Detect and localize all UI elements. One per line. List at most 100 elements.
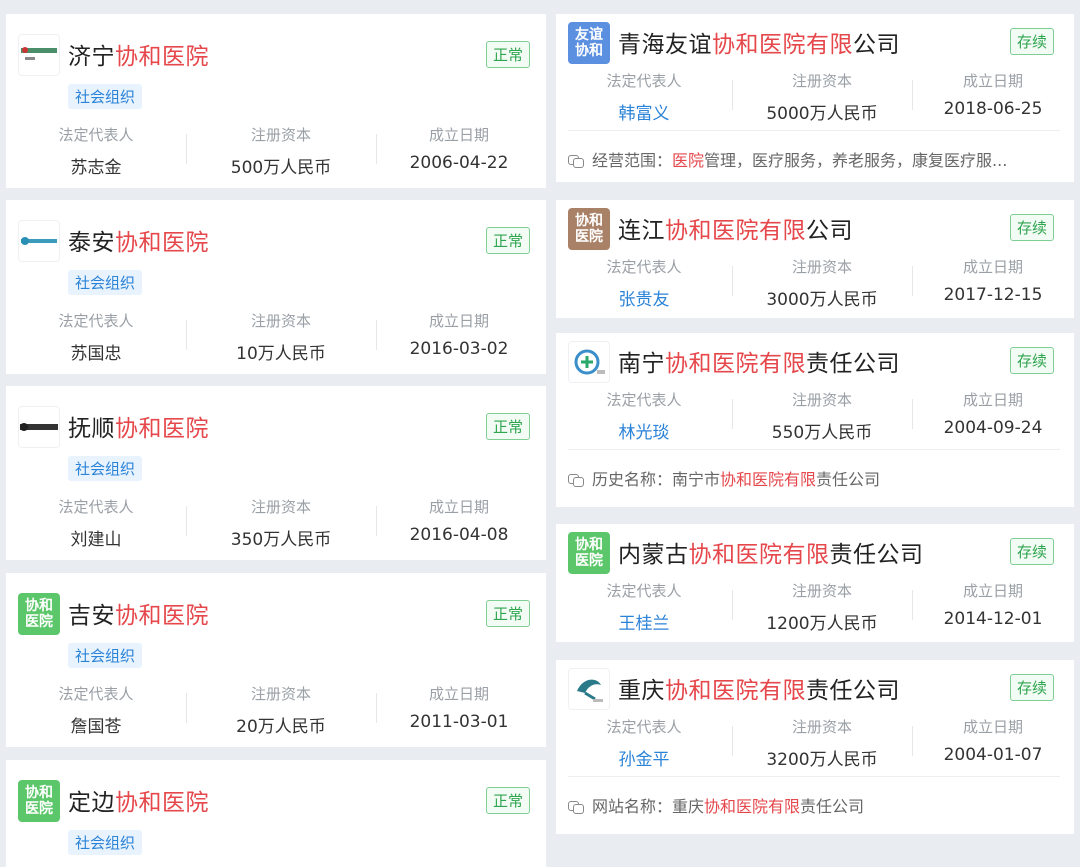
name-suffix: 责任公司: [829, 542, 924, 568]
founding-date-field: 成立日期 2006-04-22: [376, 124, 542, 178]
company-card[interactable]: 南宁协和医院有限责任公司 存续 法定代表人 林光琰 注册资本 550万人民币 成立日期 200…: [556, 333, 1074, 507]
founding-date-value: 2014-12-01: [943, 609, 1043, 629]
company-card[interactable]: 协和医院 内蒙古协和医院有限责任公司 存续 法定代表人 王桂兰 注册资本 1200万人民币 成…: [556, 524, 1074, 642]
company-name[interactable]: 连江协和医院有限公司: [618, 211, 853, 245]
logo-text: 协和医院: [25, 785, 53, 817]
founding-date-value: 2017-12-15: [943, 285, 1043, 305]
company-card[interactable]: 协和医院 吉安协和医院 正常 社会组织 法定代表人 詹国苍 注册资本 20万人民币 成立日期 20…: [6, 573, 546, 747]
company-name[interactable]: 定边协和医院: [68, 783, 209, 817]
company-logo-icon: 协和医院: [18, 593, 60, 635]
company-card[interactable]: 友谊协和 青海友谊协和医院有限公司 存续 法定代表人 韩富义 注册资本 5000万人民币 成立…: [556, 14, 1074, 182]
name-prefix: 抚顺: [68, 416, 115, 442]
company-name[interactable]: 青海友谊协和医院有限公司: [618, 25, 900, 59]
status-badge: 存续: [1009, 347, 1054, 374]
registered-capital-field: 注册资本 3000万人民币: [732, 256, 912, 310]
registered-capital-field: 注册资本 500万人民币: [186, 124, 376, 178]
legal-rep-field: 法定代表人 苏志金: [6, 124, 186, 178]
status-badge: 正常: [485, 787, 530, 814]
company-name[interactable]: 重庆协和医院有限责任公司: [618, 671, 900, 705]
registered-capital-value: 10万人民币: [236, 344, 326, 364]
company-card[interactable]: 济宁协和医院 正常 社会组织 法定代表人 苏志金 注册资本 500万人民币 成立日期 2006-…: [6, 14, 546, 188]
legal-rep-field: 法定代表人 苏国忠: [6, 310, 186, 364]
name-highlight: 协和医院: [115, 790, 209, 816]
company-card[interactable]: 协和医院 定边协和医院 正常 社会组织: [6, 760, 546, 867]
company-fields: 法定代表人 孙金平 注册资本 3200万人民币 成立日期 2004-01-07: [556, 716, 1074, 770]
logo-text: 协和医院: [575, 537, 603, 569]
registered-capital-label: 注册资本: [791, 72, 852, 90]
company-logo-icon: 协和医院: [568, 208, 610, 250]
company-name[interactable]: 内蒙古协和医院有限责任公司: [618, 535, 924, 569]
jining-hospital-logo: [18, 34, 60, 76]
company-fields: 法定代表人 苏志金 注册资本 500万人民币 成立日期 2006-04-22: [6, 124, 542, 178]
extra-value: 医院管理，医疗服务，养老服务，康复医疗服...: [672, 151, 1007, 170]
founding-date-value: 2018-06-25: [943, 99, 1043, 119]
legal-rep-value[interactable]: 王桂兰: [556, 609, 732, 634]
founding-date-label: 成立日期: [428, 498, 489, 516]
company-name[interactable]: 抚顺协和医院: [68, 409, 209, 443]
founding-date-label: 成立日期: [962, 391, 1023, 409]
founding-date-field: 成立日期 2004-01-07: [912, 716, 1074, 770]
legal-rep-field: 法定代表人 刘建山: [6, 496, 186, 550]
company-fields: 法定代表人 刘建山 注册资本 350万人民币 成立日期 2016-04-08: [6, 496, 542, 550]
name-prefix: 连江: [618, 218, 665, 244]
founding-date-label: 成立日期: [962, 258, 1023, 276]
legal-rep-value[interactable]: 孙金平: [556, 745, 732, 770]
name-prefix: 内蒙古: [618, 542, 689, 568]
legal-rep-label: 法定代表人: [606, 582, 682, 600]
company-logo-icon: 友谊协和: [568, 22, 610, 64]
name-suffix: 公司: [806, 218, 853, 244]
extra-value: 南宁市协和医院有限责任公司: [672, 470, 880, 489]
legal-rep-value: 刘建山: [70, 530, 122, 550]
extra-part: 协和医院有限: [720, 470, 817, 489]
founding-date-label: 成立日期: [428, 685, 489, 703]
legal-rep-label: 法定代表人: [58, 685, 134, 703]
founding-date-value: 2004-01-07: [943, 745, 1043, 765]
name-suffix: 责任公司: [806, 678, 900, 704]
name-highlight: 协和医院: [115, 44, 209, 70]
extra-part: 责任公司: [800, 797, 865, 816]
legal-rep-value[interactable]: 林光琰: [556, 418, 732, 443]
legal-rep-value[interactable]: 韩富义: [556, 99, 732, 124]
founding-date-field: 成立日期 2018-06-25: [912, 70, 1074, 124]
name-highlight: 协和医院有限: [688, 542, 830, 568]
founding-date-label: 成立日期: [962, 582, 1023, 600]
founding-date-field: 成立日期 2016-04-08: [376, 496, 542, 550]
name-highlight: 协和医院有限: [665, 678, 806, 704]
chongqing-hospital-logo: [568, 668, 610, 710]
founding-date-label: 成立日期: [962, 718, 1023, 736]
company-card[interactable]: 协和医院 连江协和医院有限公司 存续 法定代表人 张贵友 注册资本 3000万人民币 成立日期…: [556, 200, 1074, 318]
company-card[interactable]: 抚顺协和医院 正常 社会组织 法定代表人 刘建山 注册资本 350万人民币 成立日期 2016-…: [6, 386, 546, 560]
company-card[interactable]: 重庆协和医院有限责任公司 存续 法定代表人 孙金平 注册资本 3200万人民币 成立日期 20…: [556, 660, 1074, 834]
company-card[interactable]: 泰安协和医院 正常 社会组织 法定代表人 苏国忠 注册资本 10万人民币 成立日期 2016-0…: [6, 200, 546, 374]
name-highlight: 协和医院: [115, 416, 209, 442]
legal-rep-value: 苏志金: [70, 158, 122, 178]
registered-capital-value: 1200万人民币: [766, 614, 878, 634]
status-badge: 存续: [1009, 674, 1054, 701]
extra-part: 医院: [672, 151, 705, 170]
legal-rep-field: 法定代表人 韩富义: [556, 70, 732, 124]
divider: [568, 449, 1060, 450]
registered-capital-value: 500万人民币: [230, 158, 332, 178]
company-name[interactable]: 济宁协和医院: [68, 37, 209, 71]
extra-info-line: 历史名称：南宁市协和医院有限责任公司: [568, 466, 880, 490]
name-prefix: 济宁: [68, 44, 115, 70]
registered-capital-value: 20万人民币: [236, 717, 326, 737]
registered-capital-value: 3000万人民币: [766, 290, 878, 310]
org-type-tag: 社会组织: [68, 270, 143, 295]
company-name[interactable]: 吉安协和医院: [68, 596, 209, 630]
extra-part: 协和医院有限: [704, 797, 801, 816]
founding-date-field: 成立日期 2014-12-01: [912, 580, 1074, 634]
status-badge: 正常: [485, 600, 530, 627]
legal-rep-label: 法定代表人: [58, 498, 134, 516]
status-badge: 存续: [1009, 28, 1054, 55]
company-name[interactable]: 南宁协和医院有限责任公司: [618, 344, 900, 378]
status-badge: 正常: [485, 413, 530, 440]
registered-capital-label: 注册资本: [250, 126, 311, 144]
company-fields: 法定代表人 王桂兰 注册资本 1200万人民币 成立日期 2014-12-01: [556, 580, 1074, 634]
extra-label: 网站名称：: [592, 797, 673, 816]
name-prefix: 定边: [68, 790, 115, 816]
founding-date-field: 成立日期 2017-12-15: [912, 256, 1074, 310]
company-name[interactable]: 泰安协和医院: [68, 223, 209, 257]
registered-capital-value: 550万人民币: [771, 423, 873, 443]
legal-rep-value[interactable]: 张贵友: [556, 285, 732, 310]
